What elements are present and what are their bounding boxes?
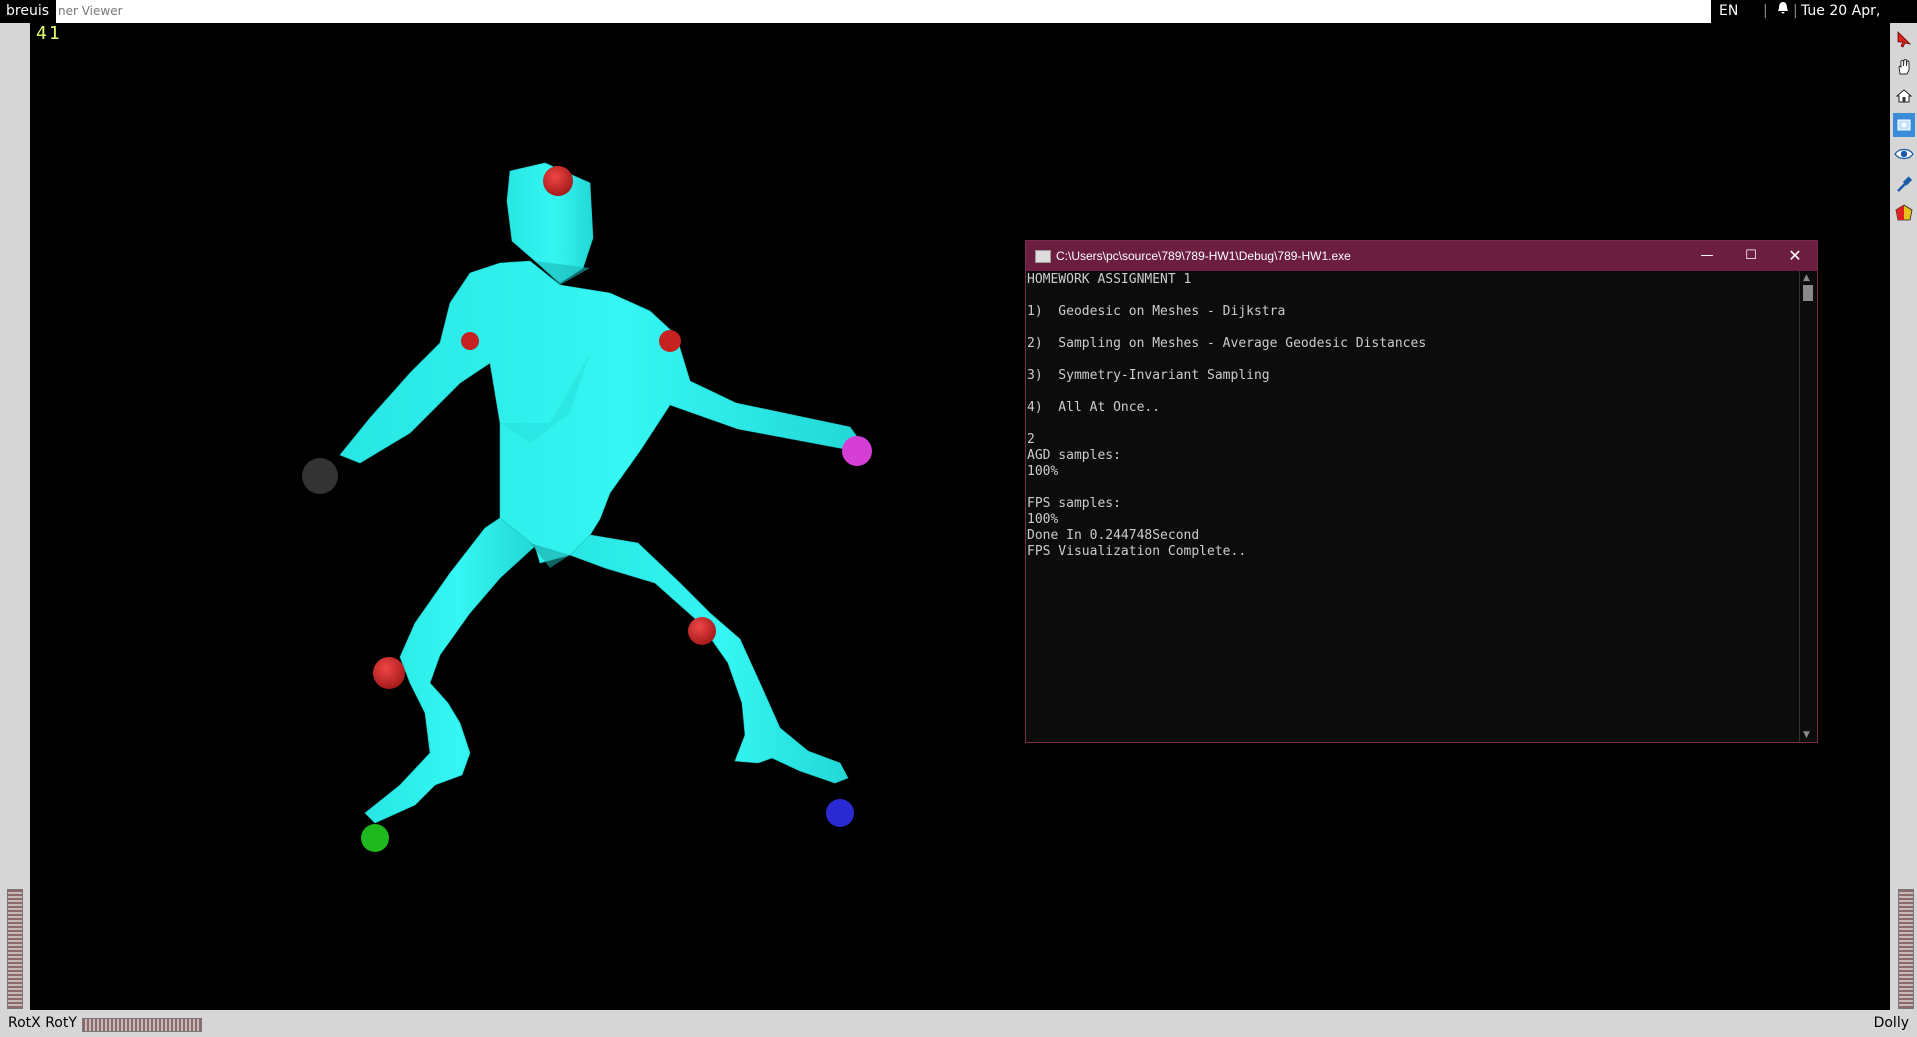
language-indicator[interactable]: EN — [1719, 0, 1738, 23]
rotation-thumbwheel[interactable] — [82, 1018, 202, 1032]
view-icon[interactable] — [1893, 113, 1915, 137]
app-name[interactable]: breuis — [0, 0, 56, 23]
separator: | — [1793, 3, 1798, 19]
console-line: AGD samples: — [1027, 448, 1121, 463]
left-foot-sphere — [361, 824, 389, 852]
select-arrow-icon[interactable] — [1893, 27, 1915, 51]
console-line: 2) Sampling on Meshes - Average Geodesic… — [1027, 336, 1427, 351]
scroll-up-arrow[interactable]: ▲ — [1803, 273, 1810, 283]
console-line: 2 — [1027, 432, 1035, 447]
console-line: 100% — [1027, 512, 1059, 527]
separator: | — [1763, 3, 1768, 19]
left-hand-sphere — [302, 458, 338, 494]
close-button[interactable]: ✕ — [1773, 241, 1817, 271]
shoulder-sphere-right — [659, 330, 681, 352]
window-title: ner Viewer — [58, 4, 123, 18]
console-scrollbar[interactable]: ▲ ▼ — [1799, 271, 1817, 742]
eye-icon[interactable] — [1893, 142, 1915, 166]
scroll-down-arrow[interactable]: ▼ — [1803, 730, 1810, 740]
maximize-button[interactable]: ☐ — [1729, 241, 1773, 271]
shape-icon[interactable] — [1893, 201, 1915, 225]
console-line: 4) All At Once.. — [1027, 400, 1161, 415]
console-output[interactable]: HOMEWORK ASSIGNMENT 1 1) Geodesic on Mesh… — [1026, 271, 1802, 742]
left-side-panel — [0, 23, 30, 1010]
console-title-bar[interactable]: C:\Users\pc\source\789\789-HW1\Debug\789… — [1026, 241, 1817, 271]
shoulder-sphere-left — [461, 332, 479, 350]
console-title: C:\Users\pc\source\789\789-HW1\Debug\789… — [1056, 249, 1351, 263]
seek-icon[interactable] — [1893, 172, 1915, 196]
console-line: 1) Geodesic on Meshes - Dijkstra — [1027, 304, 1286, 319]
thumbwheel-right[interactable] — [1898, 889, 1914, 1009]
thumbwheel-left[interactable] — [7, 889, 23, 1009]
system-tray: EN | | Tue 20 Apr, 21:57 — [1711, 0, 1917, 42]
console-app-icon — [1035, 250, 1051, 263]
hand-icon[interactable] — [1893, 55, 1915, 79]
right-hand-sphere — [842, 436, 872, 466]
console-line: HOMEWORK ASSIGNMENT 1 — [1027, 272, 1192, 287]
right-knee-sphere — [688, 617, 716, 645]
console-line: 3) Symmetry-Invariant Sampling — [1027, 368, 1270, 383]
console-line: FPS Visualization Complete.. — [1027, 544, 1247, 559]
right-foot-sphere — [826, 799, 854, 827]
dolly-label: Dolly — [1873, 1015, 1909, 1031]
bell-icon[interactable] — [1777, 0, 1789, 23]
head-sphere — [543, 166, 573, 196]
console-line: FPS samples: — [1027, 496, 1121, 511]
bottom-bar: RotX RotY Dolly — [0, 1010, 1917, 1037]
left-knee-sphere — [373, 657, 405, 689]
minimize-button[interactable]: — — [1685, 241, 1729, 271]
console-line: 100% — [1027, 464, 1059, 479]
rotation-labels: RotX RotY — [8, 1015, 77, 1031]
top-bar: breuis ner Viewer EN | | Tue 20 Apr, 21:… — [0, 0, 1917, 42]
console-line: Done In 0.244748Second — [1027, 528, 1200, 543]
console-window[interactable]: C:\Users\pc\source\789\789-HW1\Debug\789… — [1025, 240, 1818, 743]
scroll-thumb[interactable] — [1803, 285, 1813, 301]
home-icon[interactable] — [1893, 84, 1915, 108]
